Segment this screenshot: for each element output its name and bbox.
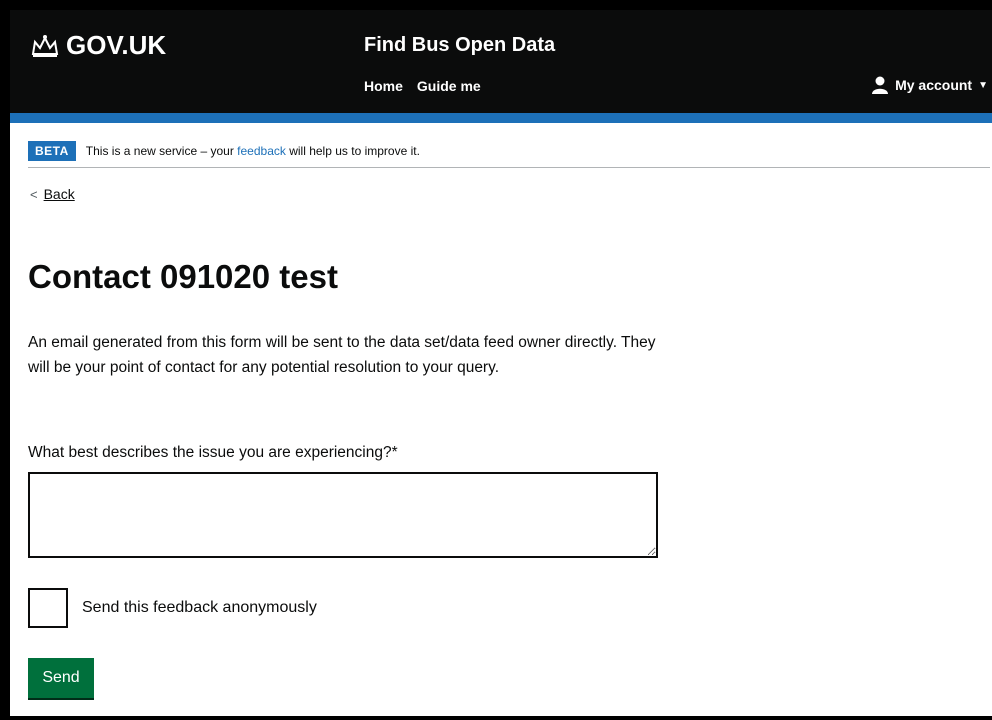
back-link-wrap: < Back — [30, 186, 75, 202]
site-header: GOV.UK Find Bus Open Data Home Guide me … — [10, 10, 992, 113]
my-account-label: My account — [895, 77, 973, 93]
header-accent-bar — [10, 113, 992, 123]
phase-banner: BETA This is a new service – your feedba… — [28, 134, 990, 168]
anonymous-checkbox[interactable] — [28, 588, 68, 628]
browser-viewport: GOV.UK Find Bus Open Data Home Guide me … — [10, 10, 992, 716]
my-account-menu[interactable]: My account ▼ — [871, 76, 988, 94]
service-name[interactable]: Find Bus Open Data — [364, 34, 555, 57]
issue-question-label: What best describes the issue you are ex… — [28, 444, 398, 461]
govuk-logo-link[interactable]: GOV.UK — [30, 30, 166, 61]
user-icon — [872, 76, 889, 94]
back-link[interactable]: Back — [44, 186, 75, 202]
phase-banner-text: This is a new service – your feedback wi… — [85, 143, 420, 158]
page-title: Contact 091020 test — [28, 258, 338, 295]
anonymous-checkbox-group: Send this feedback anonymously — [28, 588, 317, 628]
header-nav: Home Guide me — [364, 78, 481, 94]
caret-down-icon: ▼ — [978, 79, 988, 91]
issue-textarea[interactable] — [28, 472, 658, 558]
nav-home[interactable]: Home — [364, 78, 403, 94]
crown-icon — [31, 34, 59, 57]
nav-guide-me[interactable]: Guide me — [417, 78, 481, 94]
chevron-left-icon: < — [30, 186, 38, 202]
beta-tag: BETA — [28, 140, 76, 161]
logo-text: GOV.UK — [66, 30, 167, 60]
lead-paragraph: An email generated from this form will b… — [28, 334, 656, 376]
anonymous-checkbox-label[interactable]: Send this feedback anonymously — [82, 599, 317, 617]
feedback-link[interactable]: feedback — [237, 144, 286, 158]
send-button[interactable]: Send — [28, 658, 94, 698]
